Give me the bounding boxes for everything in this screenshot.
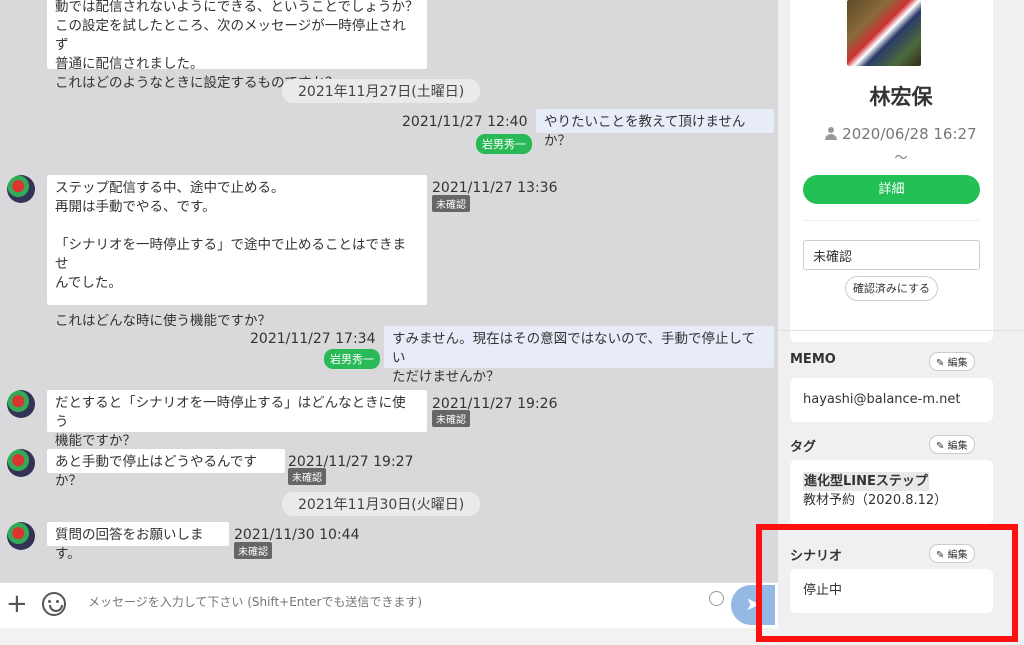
plus-icon[interactable]: + bbox=[6, 591, 28, 617]
message-timestamp: 2021/11/27 13:36 bbox=[432, 180, 558, 196]
chat-area: 動では配信されないようにできる、ということでしょうか？ この設定を試したところ、… bbox=[0, 0, 778, 582]
message-timestamp: 2021/11/30 10:44 bbox=[234, 527, 360, 543]
profile-date-text: 2020/06/28 16:27 bbox=[842, 125, 977, 143]
tags-edit-button[interactable]: ✎ 編集 bbox=[929, 435, 975, 454]
unread-badge: 未確認 bbox=[432, 410, 470, 427]
unread-badge: 未確認 bbox=[288, 468, 326, 485]
staff-badge: 岩男秀一 bbox=[476, 134, 532, 154]
message-bubble: 質問の回答をお願いします。 bbox=[47, 522, 229, 562]
unread-badge: 未確認 bbox=[432, 195, 470, 212]
smiley-icon[interactable] bbox=[42, 592, 66, 616]
edit-icon: ✎ bbox=[936, 441, 945, 452]
memo-edit-label: 編集 bbox=[947, 358, 968, 369]
divider bbox=[778, 330, 1024, 331]
profile-date: 2020/06/28 16:27 bbox=[778, 125, 1024, 143]
emoji-icon[interactable] bbox=[709, 591, 724, 606]
message-timestamp: 2021/11/27 17:34 bbox=[250, 331, 376, 347]
message-bubble: だとすると「シナリオを一時停止する」はどんなときに使う 機能ですか？ bbox=[47, 390, 427, 449]
tags-card: 進化型LINEステップ 教材予約（2020.8.12） bbox=[790, 460, 993, 524]
avatar[interactable] bbox=[7, 390, 35, 418]
profile-photo bbox=[847, 0, 921, 66]
avatar[interactable] bbox=[7, 175, 35, 203]
profile-name: 林宏保 bbox=[869, 85, 933, 109]
message-bubble-outgoing: すみません。現在はその意図ではないので、手動で停止してい ただけませんか？ bbox=[384, 326, 774, 385]
tag-item[interactable]: 教材予約（2020.8.12） bbox=[803, 491, 947, 510]
message-input[interactable] bbox=[80, 587, 700, 617]
memo-card: hayashi@balance-m.net bbox=[790, 378, 993, 422]
date-divider: 2021年11月30日(火曜日) bbox=[282, 492, 481, 516]
memo-title: MEMO bbox=[790, 352, 836, 367]
staff-badge: 岩男秀一 bbox=[324, 349, 380, 369]
tag-item[interactable]: 進化型LINEステップ bbox=[803, 472, 929, 491]
avatar[interactable] bbox=[7, 449, 35, 477]
divider bbox=[803, 220, 980, 221]
memo-text: hayashi@balance-m.net bbox=[803, 392, 961, 407]
mark-confirmed-button[interactable]: 確認済みにする bbox=[845, 276, 938, 301]
message-bubble-outgoing: やりたいことを教えて頂けませんか？ bbox=[536, 109, 774, 149]
message-bubble: 動では配信されないようにできる、ということでしょうか？ この設定を試したところ、… bbox=[47, 0, 427, 91]
message-input-bar: + ➤ bbox=[0, 582, 778, 628]
detail-button[interactable]: 詳細 bbox=[803, 175, 980, 204]
memo-edit-button[interactable]: ✎ 編集 bbox=[929, 352, 975, 371]
unread-badge: 未確認 bbox=[234, 542, 272, 559]
tags-title: タグ bbox=[790, 440, 817, 455]
status-select[interactable]: 未確認 bbox=[803, 240, 980, 270]
edit-icon: ✎ bbox=[936, 358, 945, 369]
user-icon bbox=[825, 127, 838, 140]
message-timestamp: 2021/11/27 12:40 bbox=[402, 114, 528, 130]
message-bubble: あと手動で停止はどうやるんですか？ bbox=[47, 449, 285, 489]
avatar[interactable] bbox=[7, 522, 35, 550]
tags-edit-label: 編集 bbox=[947, 441, 968, 452]
highlight-annotation bbox=[756, 524, 1018, 642]
message-bubble: ステップ配信する中、途中で止める。 再開は手動でやる、です。 「シナリオを一時停… bbox=[47, 175, 427, 329]
date-tilde: 〜 bbox=[894, 151, 908, 166]
date-divider: 2021年11月27日(土曜日) bbox=[282, 79, 481, 103]
